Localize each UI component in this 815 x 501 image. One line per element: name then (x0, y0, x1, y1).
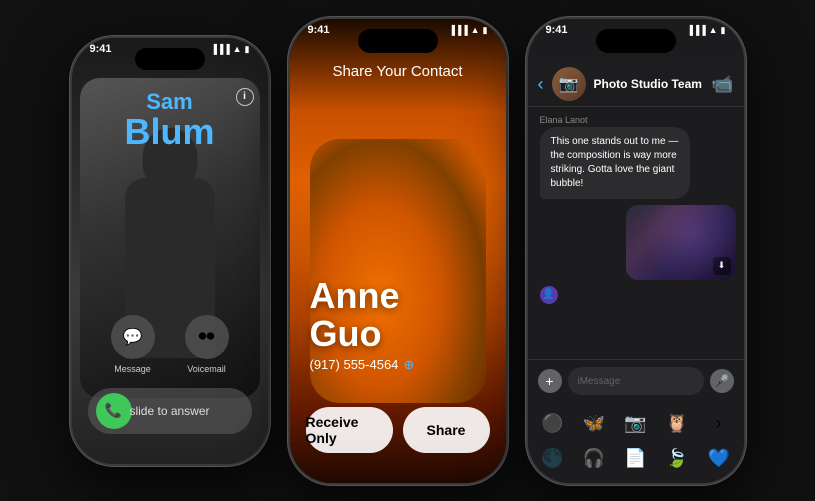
sticker-leaf[interactable]: 🍃 (660, 444, 694, 474)
phone-chevron-icon: ⊕ (403, 357, 414, 373)
signal-icon-2: ▐▐▐ (448, 25, 467, 35)
receive-only-button[interactable]: Receive Only (306, 407, 393, 453)
side-button-right-2 (506, 119, 508, 169)
info-icon[interactable]: i (236, 88, 254, 106)
reaction-avatars: 👤 (540, 286, 736, 304)
wifi-icon-3: ▲ (709, 25, 718, 35)
received-message-1: This one stands out to me — the composit… (540, 127, 690, 199)
sticker-row-1: ⚫ 🦋 📷 🦉 › (536, 409, 736, 439)
video-call-icon[interactable]: 📹 (711, 74, 733, 95)
contact-phone-number: (917) 555-4564 (310, 357, 399, 372)
sticker-emoji-tray[interactable]: ⚫ 🦋 📷 🦉 › 🌑 🎧 📄 🍃 💙 (528, 403, 744, 483)
avatar-1: 👤 (540, 286, 558, 304)
signal-icon-3: ▐▐▐ (686, 25, 705, 35)
contact-first-name: Anne (310, 275, 400, 316)
status-icons-3: ▐▐▐ ▲ ▮ (686, 25, 725, 36)
voice-input-button[interactable]: 🎤 (710, 369, 734, 393)
sticker-headphones[interactable]: 🎧 (577, 444, 611, 474)
message-button[interactable]: 💬 Message (111, 315, 155, 374)
sticker-more[interactable]: › (702, 409, 736, 439)
sticker-paper[interactable]: 📄 (619, 444, 653, 474)
battery-icon-1: ▮ (245, 44, 250, 55)
dynamic-island-2 (358, 29, 438, 53)
message-circle: 💬 (111, 315, 155, 359)
time-2: 9:41 (308, 25, 330, 36)
voicemail-label: Voicemail (187, 364, 226, 374)
voicemail-icon: ⏺⏺ (198, 328, 214, 346)
phone-2-share-contact: 9:41 ▐▐▐ ▲ ▮ Share Your Contact Anne Guo… (288, 17, 508, 485)
phone-3-messages: 9:41 ▐▐▐ ▲ ▮ ‹ Photo Studio Team 📹 Elana… (526, 17, 746, 485)
call-action-buttons: 💬 Message ⏺⏺ Voicemail (72, 315, 268, 374)
side-button-right-1 (268, 138, 270, 188)
sticker-butterfly[interactable]: 🦋 (577, 409, 611, 439)
sent-photo-message: ⬇ (626, 205, 736, 280)
slide-to-answer-text: slide to answer (96, 404, 244, 418)
dynamic-island-1 (135, 48, 205, 70)
contact-name: Anne Guo (310, 277, 486, 353)
add-attachment-button[interactable]: + (538, 369, 562, 393)
status-icons-1: ▐▐▐ ▲ ▮ (210, 44, 249, 55)
sticker-camera[interactable]: 📷 (619, 409, 653, 439)
header-info: Photo Studio Team (594, 77, 704, 91)
sticker-row-2: 🌑 🎧 📄 🍃 💙 (536, 444, 736, 474)
sticker-planet[interactable]: 🌑 (536, 444, 570, 474)
sticker-heart[interactable]: 💙 (702, 444, 736, 474)
group-avatar (552, 67, 586, 101)
time-3: 9:41 (546, 25, 568, 36)
battery-icon-3: ▮ (721, 25, 726, 36)
wifi-icon-2: ▲ (471, 25, 480, 35)
sticker-owl[interactable]: 🦉 (660, 409, 694, 439)
voicemail-circle: ⏺⏺ (185, 315, 229, 359)
time-1: 9:41 (90, 44, 112, 55)
message-icon: 💬 (123, 327, 143, 347)
group-name: Photo Studio Team (594, 77, 704, 91)
message-text-1: This one stands out to me — the composit… (551, 136, 679, 189)
battery-icon-2: ▮ (483, 25, 488, 36)
sender-name: Elana Lanot (540, 115, 736, 125)
wifi-icon-1: ▲ (233, 44, 242, 54)
sticker-bubble[interactable]: ⚫ (536, 409, 570, 439)
receive-only-label: Receive Only (306, 414, 393, 446)
voicemail-button[interactable]: ⏺⏺ Voicemail (185, 315, 229, 374)
caller-last-name: Blum (72, 114, 268, 150)
message-input-area: + iMessage 🎤 (528, 359, 744, 403)
save-icon[interactable]: ⬇ (713, 257, 731, 275)
share-contact-title: Share Your Contact (332, 63, 462, 80)
contact-phone-row: (917) 555-4564 ⊕ (310, 357, 486, 373)
status-icons-2: ▐▐▐ ▲ ▮ (448, 25, 487, 36)
phones-container: 9:41 ▐▐▐ ▲ ▮ i Sam Blum 💬 Message (0, 0, 815, 501)
contact-name-overlay: Anne Guo (917) 555-4564 ⊕ (310, 277, 486, 373)
share-contact-header: Share Your Contact (290, 63, 506, 81)
phone-1-incoming-call: 9:41 ▐▐▐ ▲ ▮ i Sam Blum 💬 Message (70, 36, 270, 466)
share-label: Share (427, 422, 466, 438)
message-label: Message (114, 364, 151, 374)
imessage-placeholder: iMessage (578, 376, 621, 387)
contact-last-name: Guo (310, 313, 382, 354)
imessage-input[interactable]: iMessage (568, 367, 704, 395)
messages-header: ‹ Photo Studio Team 📹 (528, 63, 744, 107)
share-button[interactable]: Share (403, 407, 490, 453)
signal-icon-1: ▐▐▐ (210, 44, 229, 54)
messages-body[interactable]: Elana Lanot This one stands out to me — … (528, 107, 744, 323)
share-action-buttons: Receive Only Share (306, 407, 490, 453)
dynamic-island-3 (596, 29, 676, 53)
back-button[interactable]: ‹ (538, 74, 544, 95)
slide-to-answer[interactable]: 📞 slide to answer (88, 388, 252, 434)
side-button-right-3 (744, 119, 746, 169)
